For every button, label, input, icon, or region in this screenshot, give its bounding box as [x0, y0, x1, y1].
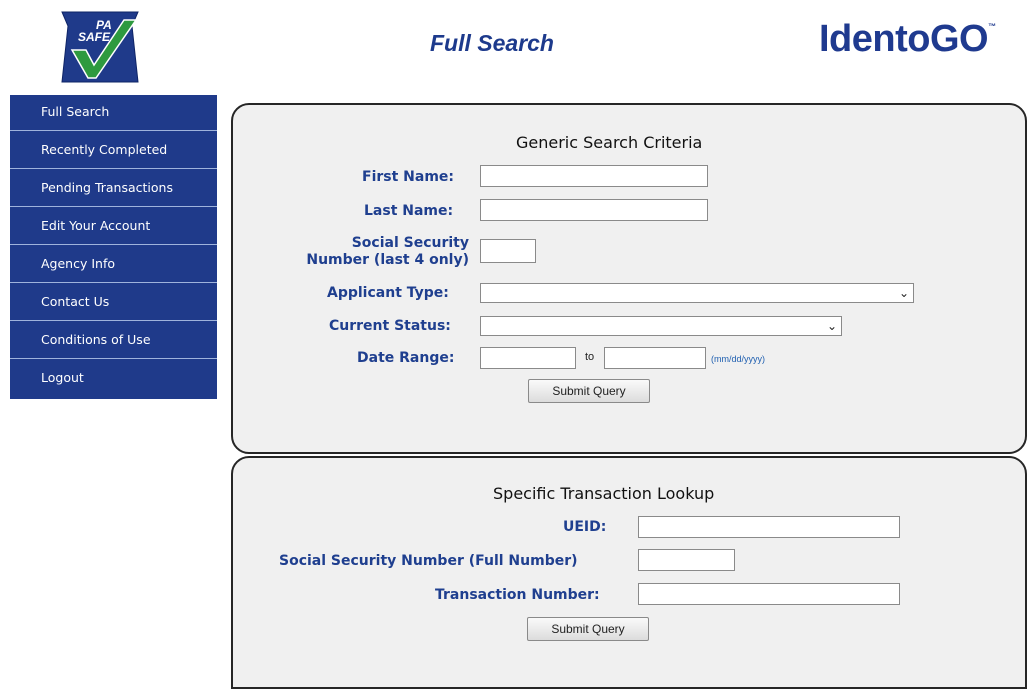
ssn-label-line1: Social Security — [351, 235, 469, 251]
ueid-label: UEID: — [563, 519, 607, 535]
ssn-last4-input[interactable] — [480, 239, 536, 263]
transaction-lookup-heading: Specific Transaction Lookup — [493, 484, 715, 503]
current-status-select[interactable]: ⌄ — [480, 316, 842, 336]
last-name-label: Last Name: — [364, 203, 454, 219]
pa-safe-logo-icon: PA SAFE — [61, 11, 139, 83]
sidebar-item-conditions-of-use[interactable]: Conditions of Use — [10, 321, 217, 359]
sidebar-item-contact-us[interactable]: Contact Us — [10, 283, 217, 321]
transaction-number-label: Transaction Number: — [435, 587, 600, 603]
ssn-full-input[interactable] — [638, 549, 735, 571]
sidebar-item-agency-info[interactable]: Agency Info — [10, 245, 217, 283]
page-title: Full Search — [430, 30, 554, 56]
sidebar-nav: Full Search Recently Completed Pending T… — [10, 95, 217, 399]
date-to-input[interactable] — [604, 347, 706, 369]
first-name-input[interactable] — [480, 165, 708, 187]
chevron-down-icon: ⌄ — [826, 319, 837, 333]
date-to-label: to — [585, 351, 595, 363]
generic-search-heading: Generic Search Criteria — [516, 133, 703, 152]
ssn-full-label: Social Security Number (Full Number) — [279, 553, 578, 569]
trademark-symbol: ™ — [988, 22, 996, 31]
first-name-label: First Name: — [362, 169, 455, 185]
brand-name: IdentoGO — [819, 18, 989, 60]
applicant-type-label: Applicant Type: — [327, 285, 449, 301]
ueid-input[interactable] — [638, 516, 900, 538]
date-from-input[interactable] — [480, 347, 576, 369]
generic-submit-query-button[interactable]: Submit Query — [528, 379, 650, 403]
sidebar-item-logout[interactable]: Logout — [10, 359, 217, 399]
identogo-brand-logo: IdentoGO™ — [819, 18, 996, 61]
last-name-input[interactable] — [480, 199, 708, 221]
transaction-number-input[interactable] — [638, 583, 900, 605]
generic-search-panel: Generic Search Criteria First Name: Last… — [231, 103, 1027, 454]
svg-text:SAFE: SAFE — [78, 30, 111, 44]
sidebar-item-edit-your-account[interactable]: Edit Your Account — [10, 207, 217, 245]
pa-safe-logo: PA SAFE — [58, 10, 142, 84]
sidebar-item-pending-transactions[interactable]: Pending Transactions — [10, 169, 217, 207]
sidebar-item-full-search[interactable]: Full Search — [10, 95, 217, 131]
applicant-type-select[interactable]: ⌄ — [480, 283, 914, 303]
transaction-lookup-panel: Specific Transaction Lookup UEID: Social… — [231, 456, 1027, 689]
ssn-label-line2: Number (last 4 only) — [306, 252, 469, 268]
chevron-down-icon: ⌄ — [898, 286, 909, 300]
date-format-hint: (mm/dd/yyyy) — [711, 354, 765, 364]
sidebar-item-recently-completed[interactable]: Recently Completed — [10, 131, 217, 169]
date-range-label: Date Range: — [357, 350, 455, 366]
ssn-last4-label: Social Security Number (last 4 only) — [277, 235, 469, 269]
transaction-submit-query-button[interactable]: Submit Query — [527, 617, 649, 641]
current-status-label: Current Status: — [329, 318, 451, 334]
